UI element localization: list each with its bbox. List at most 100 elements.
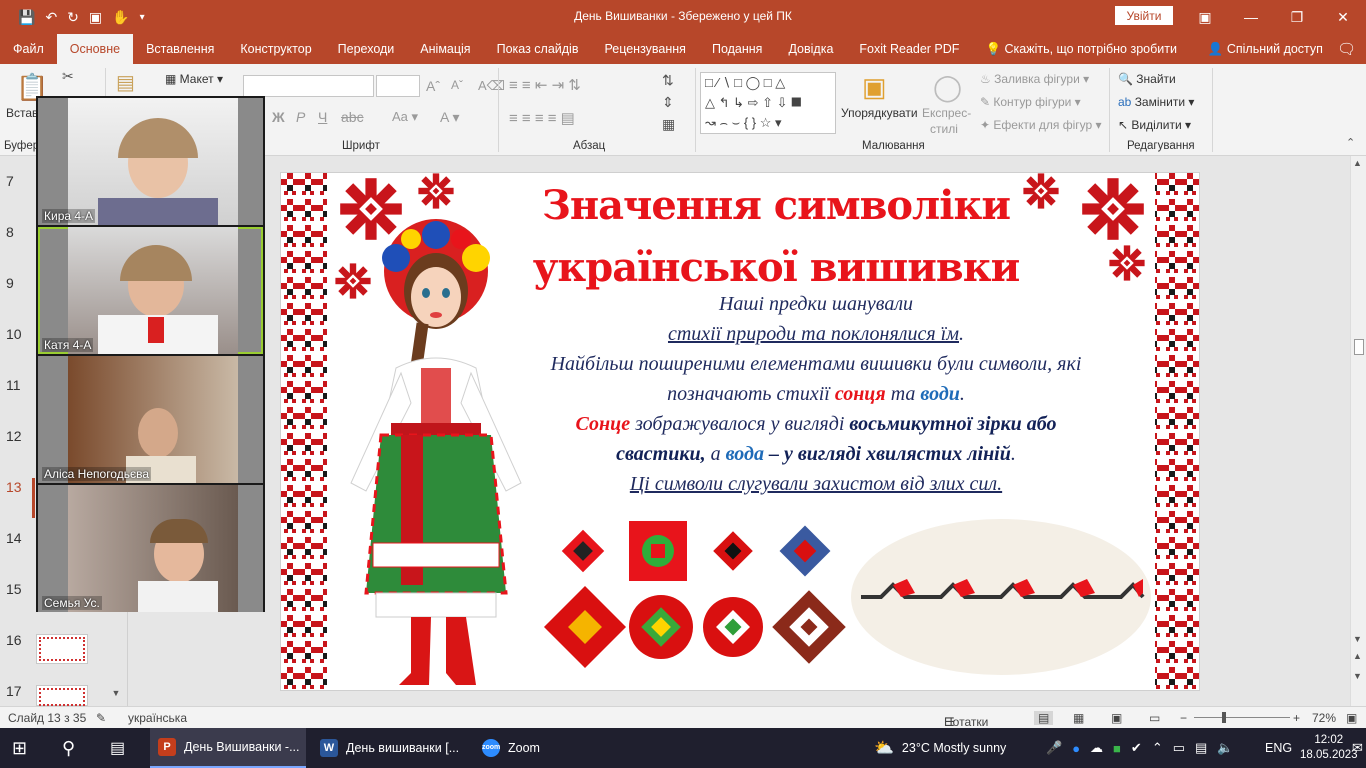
taskbar-app-zoom[interactable]: zoom Zoom: [474, 728, 564, 768]
tray-app-icon[interactable]: ■: [1113, 741, 1121, 756]
tab-design[interactable]: Конструктор: [227, 34, 324, 64]
microphone-icon[interactable]: 🎤: [1046, 740, 1062, 756]
collapse-ribbon-icon[interactable]: ⌃: [1346, 136, 1355, 149]
slide-number[interactable]: 15: [6, 581, 22, 597]
clock[interactable]: 12:02 18.05.2023: [1300, 728, 1358, 768]
display-icon[interactable]: ▭: [1173, 740, 1185, 756]
normal-view-icon[interactable]: ▤: [1034, 711, 1054, 725]
font-size-input[interactable]: [376, 75, 420, 97]
strikethrough-icon[interactable]: abc: [341, 109, 364, 125]
security-icon[interactable]: ✔: [1131, 740, 1142, 756]
slide-number[interactable]: 12: [6, 428, 22, 444]
bullets-icon[interactable]: ≡ ≡ ⇤ ⇥ ⇅: [509, 76, 581, 94]
quick-styles-icon[interactable]: ◯: [933, 72, 962, 103]
participant-video-active-speaker[interactable]: Катя 4-А: [38, 227, 263, 354]
maximize-icon[interactable]: ❐: [1274, 0, 1320, 34]
slide-thumbnail[interactable]: [36, 634, 88, 664]
chevron-up-icon[interactable]: ⌃: [1152, 740, 1163, 756]
notifications-icon[interactable]: ✉: [1352, 728, 1363, 768]
slide-number[interactable]: 10: [6, 326, 22, 342]
tab-help[interactable]: Довідка: [775, 34, 846, 64]
vertical-scrollbar[interactable]: ▲ ▼ ▲ ▼: [1350, 156, 1366, 706]
font-shrink-icon[interactable]: Aˇ: [451, 78, 463, 92]
bold-icon[interactable]: Ж: [272, 109, 285, 125]
slide[interactable]: Значення символіки української вишивки Н…: [280, 172, 1200, 691]
tab-foxit[interactable]: Foxit Reader PDF: [846, 34, 972, 64]
close-icon[interactable]: ✕: [1320, 0, 1366, 34]
font-name-input[interactable]: [243, 75, 374, 97]
zoom-out-icon[interactable]: −: [1180, 711, 1187, 725]
align-text-icon[interactable]: ⇕: [662, 94, 674, 111]
shape-effects-button[interactable]: ✦ Ефекти для фігур ▾: [980, 118, 1102, 132]
underline-icon[interactable]: Ч: [318, 109, 327, 125]
task-view-icon[interactable]: ▤: [110, 728, 125, 768]
minimize-icon[interactable]: —: [1228, 0, 1274, 34]
customize-qat-icon[interactable]: ▾: [140, 12, 145, 23]
zoom-slider-track[interactable]: [1194, 717, 1290, 718]
arrange-button[interactable]: Упорядкувати: [841, 106, 918, 120]
sign-in-button[interactable]: Увійти: [1115, 6, 1173, 25]
slide-number-current[interactable]: 13: [6, 479, 22, 495]
tab-file[interactable]: Файл: [0, 34, 57, 64]
ribbon-display-options-icon[interactable]: ▣: [1182, 0, 1228, 34]
volume-icon[interactable]: 🔈: [1217, 740, 1233, 756]
scroll-up-icon[interactable]: ▲: [1353, 158, 1362, 168]
touch-mode-icon[interactable]: ✋: [112, 9, 129, 26]
slide-sorter-icon[interactable]: ▦: [1073, 711, 1084, 725]
arrange-icon[interactable]: ▣: [862, 72, 887, 103]
proofing-icon[interactable]: ✎: [96, 711, 106, 725]
layout-button[interactable]: ▦ Макет ▾: [165, 72, 223, 86]
next-slide-icon[interactable]: ▼: [1353, 671, 1362, 681]
zoom-slider-thumb[interactable]: [1222, 712, 1226, 723]
slide-number[interactable]: 8: [6, 224, 14, 240]
change-case-icon[interactable]: Aa ▾: [392, 109, 418, 125]
zoom-in-icon[interactable]: +: [1293, 711, 1300, 725]
comments-icon[interactable]: 🗨: [1337, 40, 1356, 58]
new-slide-icon[interactable]: ▤: [116, 70, 135, 95]
tab-view[interactable]: Подання: [699, 34, 775, 64]
participant-video[interactable]: Аліса Непогодьєва: [38, 356, 263, 483]
save-icon[interactable]: 💾: [18, 9, 35, 26]
slide-thumbnail[interactable]: [36, 685, 88, 706]
slideshow-icon[interactable]: ▭: [1149, 711, 1160, 725]
text-direction-icon[interactable]: ⇅: [662, 72, 674, 89]
slide-number[interactable]: 11: [6, 377, 21, 393]
windows-start-icon[interactable]: ⊞: [12, 728, 27, 768]
thumbnail-scroll-down-icon[interactable]: ▼: [110, 688, 122, 702]
network-icon[interactable]: ▤: [1195, 740, 1207, 756]
replace-button[interactable]: ab Замінити ▾: [1118, 95, 1194, 109]
tab-slideshow[interactable]: Показ слайдів: [484, 34, 592, 64]
smartart-icon[interactable]: ▦: [662, 116, 675, 133]
cut-icon[interactable]: ✂: [62, 68, 74, 85]
tab-transitions[interactable]: Переходи: [325, 34, 408, 64]
fit-to-window-icon[interactable]: ▣: [1346, 711, 1357, 725]
scroll-thumb[interactable]: [1354, 339, 1364, 355]
tell-me-box[interactable]: 💡 Скажіть, що потрібно зробити: [972, 34, 1190, 64]
tab-review[interactable]: Рецензування: [591, 34, 698, 64]
shapes-gallery[interactable]: □ ∕ ∖ □ ◯ □ △ △ ↰ ↳ ⇨ ⇧ ⇩ ⯀ ↝ ⌢ ⌣ { } ☆ ▾: [700, 72, 836, 134]
undo-icon[interactable]: ↶: [45, 9, 57, 26]
present-icon[interactable]: ▣: [89, 9, 102, 26]
onedrive-icon[interactable]: ☁: [1090, 740, 1103, 756]
taskbar-app-word[interactable]: W День вишиванки [...: [312, 728, 468, 768]
select-button[interactable]: ↖ Виділити ▾: [1118, 118, 1191, 132]
shape-outline-button[interactable]: ✎ Контур фігури ▾: [980, 95, 1081, 109]
search-icon[interactable]: ⚲: [62, 728, 75, 768]
zoom-level[interactable]: 72%: [1312, 711, 1336, 725]
find-button[interactable]: 🔍 Знайти: [1118, 72, 1176, 86]
weather-widget[interactable]: ⛅ 23°C Mostly sunny: [874, 728, 1006, 768]
font-color-icon[interactable]: A ▾: [440, 109, 459, 126]
slide-number[interactable]: 9: [6, 275, 14, 291]
reading-view-icon[interactable]: ▣: [1111, 711, 1122, 725]
tab-insert[interactable]: Вставлення: [133, 34, 227, 64]
scroll-down-icon[interactable]: ▼: [1353, 634, 1362, 644]
slide-number[interactable]: 17: [6, 683, 22, 699]
align-icons[interactable]: ≡ ≡ ≡ ≡ ▤: [509, 109, 575, 127]
redo-icon[interactable]: ↻: [67, 9, 79, 26]
participant-video[interactable]: Семья Ус.: [38, 485, 263, 612]
italic-icon[interactable]: Р: [296, 109, 305, 125]
font-grow-icon[interactable]: Aˆ: [426, 78, 440, 94]
slide-number[interactable]: 16: [6, 632, 22, 648]
share-button[interactable]: 👤 Спільний доступ: [1208, 42, 1323, 57]
input-language[interactable]: ENG: [1265, 728, 1292, 768]
